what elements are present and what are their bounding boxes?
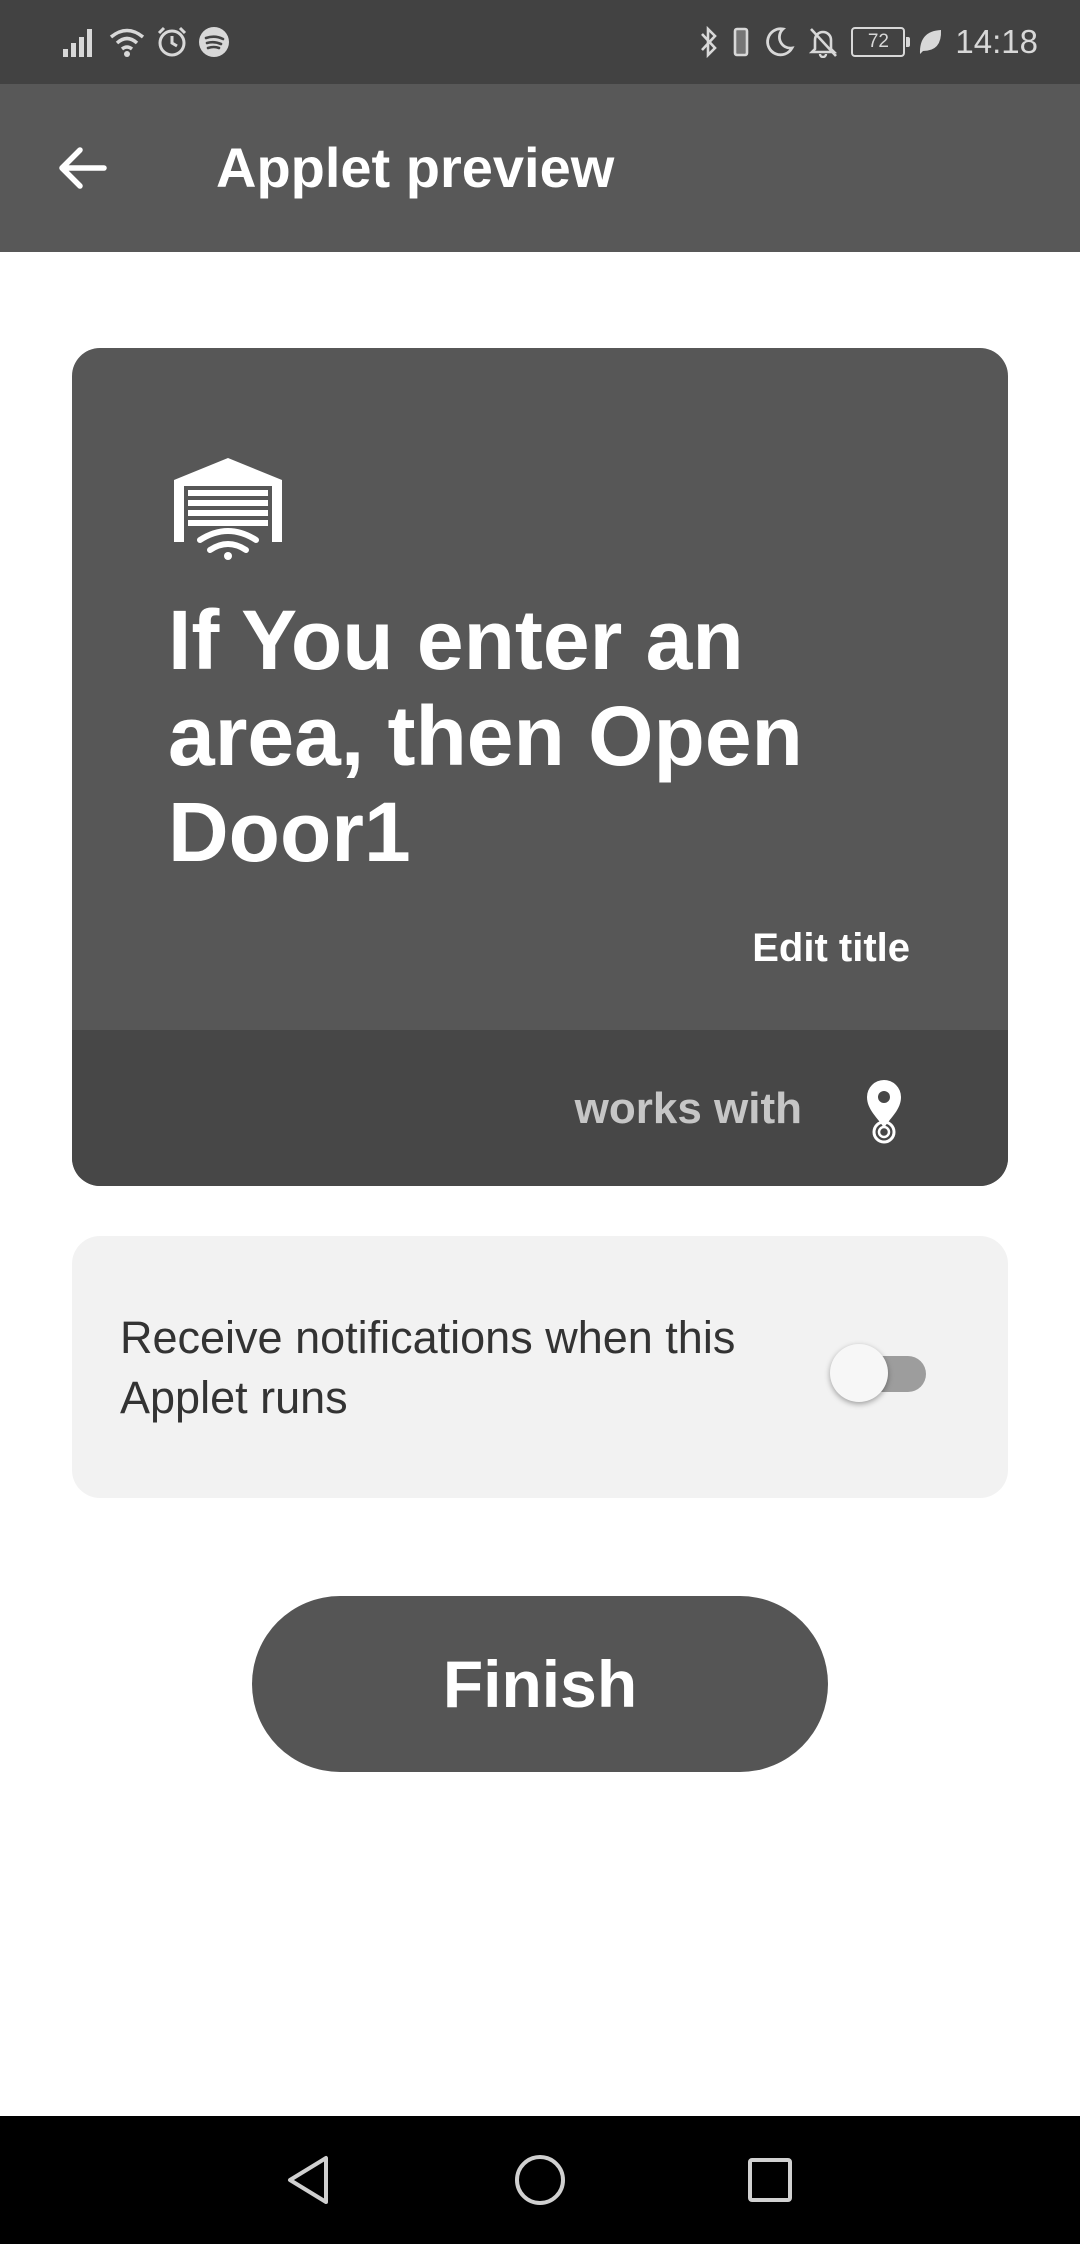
page-title: Applet preview [216,136,615,199]
spotify-icon [199,27,229,57]
app-bar: Applet preview [0,84,1080,252]
bluetooth-icon [701,25,718,59]
battery-icon: 72 [851,27,911,57]
status-bar: 72 14:18 [0,0,1080,84]
system-nav-bar [0,2116,1080,2244]
status-time: 14:18 [955,23,1038,60]
status-bar-left [62,22,230,62]
status-bar-right: 72 14:18 [699,22,1038,62]
applet-card: If You enter an area, then Open Door1 Ed… [72,348,1008,1186]
signal-icon [63,29,92,57]
notifications-card: Receive notifications when this Applet r… [72,1236,1008,1498]
back-triangle-icon[interactable] [278,2148,342,2212]
applet-title: If You enter an area, then Open Door1 [168,593,803,879]
finish-button[interactable]: Finish [252,1596,828,1772]
notifications-toggle[interactable] [830,1340,934,1402]
power-saving-leaf-icon [920,30,942,54]
home-circle-icon[interactable] [508,2148,572,2212]
notifications-off-icon [809,28,838,58]
works-with-footer: works with [72,1030,1008,1186]
recents-square-icon[interactable] [738,2148,802,2212]
vibrate-icon [734,27,749,57]
alarm-icon [157,26,187,57]
wifi-icon [109,28,145,57]
arrow-left-icon[interactable] [52,136,116,200]
toggle-thumb [830,1344,888,1402]
edit-title-link[interactable]: Edit title [752,924,910,972]
moon-icon [766,27,795,57]
location-pin-icon[interactable] [864,1078,904,1144]
notifications-label: Receive notifications when this Applet r… [120,1312,736,1423]
works-with-label: works with [574,1084,802,1133]
garage-door-icon [174,458,282,560]
